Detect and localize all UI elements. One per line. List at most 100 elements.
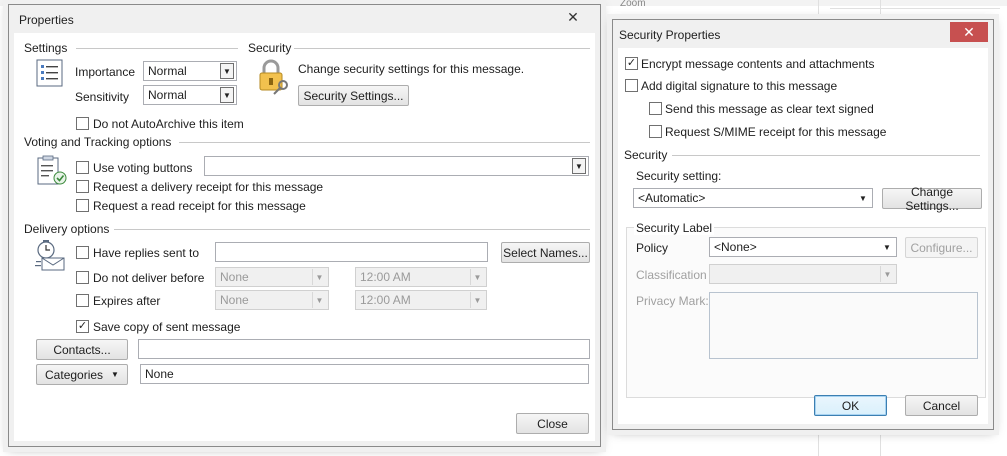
security-close-icon[interactable]: ✕: [950, 22, 988, 42]
settings-list-icon: [36, 59, 63, 87]
properties-titlebar: Properties ✕: [9, 5, 600, 33]
chevron-down-icon: ▼: [883, 242, 891, 252]
classification-select[interactable]: ▼: [709, 264, 897, 284]
chevron-down-icon: ▼: [470, 269, 484, 285]
lock-icon: [259, 59, 288, 95]
importance-value: Normal: [148, 64, 187, 78]
classification-label: Classification: [636, 268, 707, 282]
security-client: ✓ Encrypt message contents and attachmen…: [618, 48, 988, 424]
read-receipt-checkbox[interactable]: [76, 199, 89, 212]
chevron-down-icon: ▼: [859, 193, 867, 203]
save-copy-label: Save copy of sent message: [93, 320, 241, 334]
privacy-mark-input[interactable]: [709, 292, 978, 359]
settings-group-label: Settings: [24, 41, 68, 55]
policy-label: Policy: [636, 241, 669, 255]
voting-separator: [179, 142, 590, 143]
security-setting-label: Security setting:: [636, 169, 722, 183]
settings-separator: [76, 48, 238, 49]
security-titlebar: Security Properties ✕: [613, 20, 993, 48]
chevron-down-icon: ▼: [470, 292, 484, 308]
properties-client: Settings Importance Normal ▼ Sensitivity…: [14, 33, 595, 441]
security-label-group-label: Security Label: [634, 221, 715, 235]
expires-date-value: None: [220, 293, 249, 307]
importance-select[interactable]: Normal ▼: [143, 61, 237, 81]
autoarchive-checkbox[interactable]: [76, 117, 89, 130]
security-properties-dialog: Security Properties ✕ ✓ Encrypt message …: [612, 19, 994, 430]
sensitivity-value: Normal: [148, 88, 187, 102]
security-group-label: Security: [248, 41, 292, 55]
change-settings-button[interactable]: Change Settings...: [882, 185, 982, 213]
chevron-down-icon: ▼: [220, 87, 234, 103]
chevron-down-icon: ▼: [572, 158, 586, 174]
security-settings-button[interactable]: Security Settings...: [298, 85, 409, 106]
categories-input[interactable]: None: [140, 364, 589, 384]
security-group-label: Security: [624, 148, 668, 162]
expires-checkbox[interactable]: [76, 294, 89, 307]
chevron-down-icon: ▼: [312, 269, 326, 285]
cancel-button[interactable]: Cancel: [905, 395, 978, 416]
expires-time-select[interactable]: 12:00 AM ▼: [355, 290, 487, 310]
expires-label: Expires after: [93, 294, 161, 308]
do-not-deliver-label: Do not deliver before: [93, 271, 205, 285]
do-not-deliver-checkbox[interactable]: [76, 271, 89, 284]
chevron-down-icon: ▼: [880, 266, 894, 282]
voting-clipboard-icon: [37, 155, 67, 185]
replies-input[interactable]: [215, 242, 488, 262]
frame-border: [988, 48, 993, 429]
expires-time-value: 12:00 AM: [360, 293, 411, 307]
delivery-separator: [114, 229, 590, 230]
privacy-mark-label: Privacy Mark:: [636, 294, 709, 308]
save-copy-checkbox[interactable]: ✓: [76, 320, 89, 333]
properties-close-icon[interactable]: ✕: [554, 7, 592, 27]
security-description: Change security settings for this messag…: [298, 62, 525, 76]
frame-border: [613, 424, 993, 429]
importance-label: Importance: [75, 65, 136, 79]
zoom-label: Zoom: [620, 0, 646, 9]
close-button[interactable]: Close: [516, 413, 589, 434]
voting-group-label: Voting and Tracking options: [24, 135, 172, 149]
clear-text-label: Send this message as clear text signed: [665, 102, 874, 116]
replies-checkbox[interactable]: [76, 246, 89, 259]
do-not-deliver-time-select[interactable]: 12:00 AM ▼: [355, 267, 487, 287]
smime-checkbox[interactable]: [649, 125, 662, 138]
signature-label: Add digital signature to this message: [641, 79, 838, 93]
policy-value: <None>: [714, 240, 757, 254]
chevron-down-icon: ▼: [111, 370, 119, 379]
categories-label: Categories: [45, 367, 104, 382]
sensitivity-label: Sensitivity: [75, 90, 130, 104]
autoarchive-label: Do not AutoArchive this item: [93, 117, 244, 131]
security-setting-value: <Automatic>: [638, 191, 706, 205]
expires-date-select[interactable]: None ▼: [215, 290, 329, 310]
chevron-down-icon: ▼: [312, 292, 326, 308]
contacts-input[interactable]: [138, 339, 590, 359]
contacts-button[interactable]: Contacts...: [36, 339, 128, 360]
configure-button[interactable]: Configure...: [905, 237, 978, 258]
frame-border: [595, 33, 600, 446]
do-not-deliver-time-value: 12:00 AM: [360, 270, 411, 284]
delivery-receipt-label: Request a delivery receipt for this mess…: [93, 180, 324, 194]
frame-border: [9, 441, 600, 446]
select-names-button[interactable]: Select Names...: [501, 242, 590, 263]
use-voting-checkbox[interactable]: [76, 161, 89, 174]
clear-text-checkbox[interactable]: [649, 102, 662, 115]
do-not-deliver-date-select[interactable]: None ▼: [215, 267, 329, 287]
do-not-deliver-date-value: None: [220, 270, 249, 284]
voting-buttons-select[interactable]: ▼: [204, 156, 589, 176]
delivery-group-label: Delivery options: [24, 222, 110, 236]
security-title: Security Properties: [619, 28, 721, 42]
security-setting-select[interactable]: <Automatic> ▼: [633, 188, 873, 208]
encrypt-label: Encrypt message contents and attachments: [641, 57, 875, 71]
sensitivity-select[interactable]: Normal ▼: [143, 85, 237, 105]
ok-button[interactable]: OK: [814, 395, 887, 416]
chevron-down-icon: ▼: [220, 63, 234, 79]
signature-checkbox[interactable]: [625, 79, 638, 92]
properties-title: Properties: [19, 13, 74, 27]
categories-button[interactable]: Categories ▼: [36, 364, 128, 385]
encrypt-checkbox[interactable]: ✓: [625, 57, 638, 70]
security-separator: [294, 48, 590, 49]
delivery-clock-icon: [35, 240, 65, 271]
read-receipt-label: Request a read receipt for this message: [93, 199, 306, 213]
delivery-receipt-checkbox[interactable]: [76, 180, 89, 193]
policy-select[interactable]: <None> ▼: [709, 237, 897, 257]
replies-label: Have replies sent to: [93, 246, 200, 260]
